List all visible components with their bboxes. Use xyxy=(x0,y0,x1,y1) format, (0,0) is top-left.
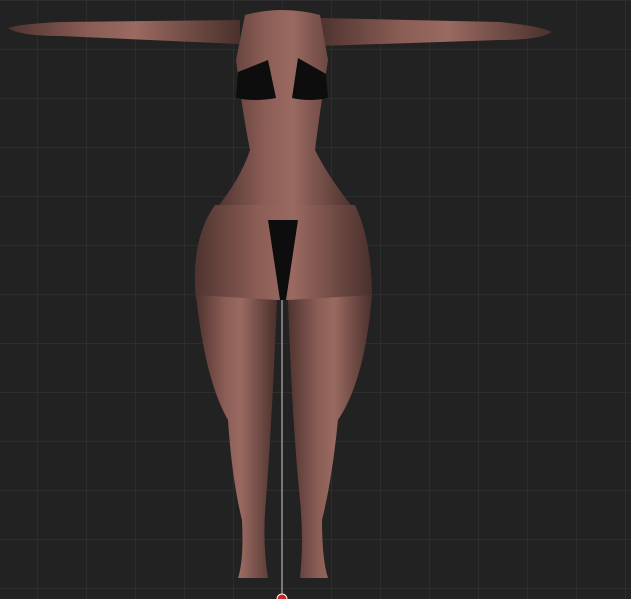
character-model[interactable] xyxy=(0,0,631,599)
left-leg xyxy=(196,295,277,578)
right-leg xyxy=(288,295,372,578)
right-arm xyxy=(320,18,552,46)
gizmo-pivot[interactable] xyxy=(276,593,288,599)
left-arm xyxy=(8,20,240,44)
3d-viewport[interactable] xyxy=(0,0,631,599)
